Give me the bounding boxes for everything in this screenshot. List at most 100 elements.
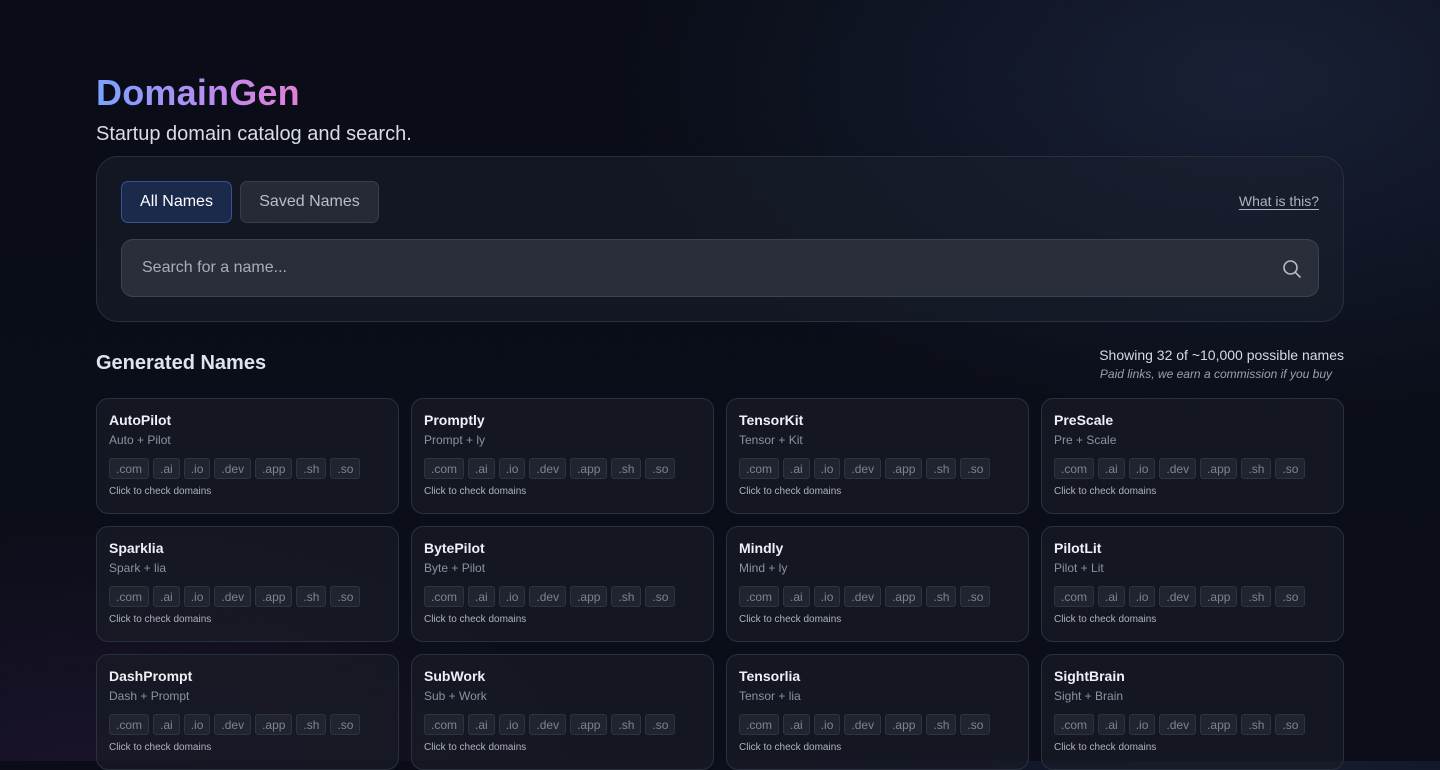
tld-chip[interactable]: .dev xyxy=(529,586,567,607)
tld-chip[interactable]: .app xyxy=(1200,586,1238,607)
tld-chip[interactable]: .ai xyxy=(153,586,180,607)
tld-chip[interactable]: .ai xyxy=(153,458,180,479)
tld-chip[interactable]: .dev xyxy=(844,458,882,479)
tld-chip[interactable]: .app xyxy=(1200,458,1238,479)
tld-chip[interactable]: .sh xyxy=(296,714,327,735)
tld-chip[interactable]: .io xyxy=(813,586,841,607)
tld-chip[interactable]: .dev xyxy=(844,586,882,607)
tld-chip[interactable]: .dev xyxy=(529,458,567,479)
tld-chip[interactable]: .ai xyxy=(783,458,810,479)
tld-chip[interactable]: .io xyxy=(498,714,526,735)
tld-chip[interactable]: .dev xyxy=(1159,458,1197,479)
tld-chip[interactable]: .ai xyxy=(1098,714,1125,735)
search-input[interactable] xyxy=(122,240,1318,296)
tld-chip[interactable]: .ai xyxy=(468,586,495,607)
tld-chip[interactable]: .com xyxy=(109,458,150,479)
tld-chip[interactable]: .com xyxy=(424,458,465,479)
tld-chip[interactable]: .com xyxy=(424,714,465,735)
tld-chip[interactable]: .com xyxy=(1054,458,1095,479)
tld-chip[interactable]: .io xyxy=(813,714,841,735)
name-card[interactable]: SightBrain Sight + Brain .com .ai .io .dev .ap… xyxy=(1041,654,1344,770)
tld-chip[interactable]: .so xyxy=(960,586,991,607)
tld-chip[interactable]: .app xyxy=(570,714,608,735)
name-card[interactable]: BytePilot Byte + Pilot .com .ai .io .dev .app.… xyxy=(411,526,714,642)
tld-chip[interactable]: .so xyxy=(1275,458,1306,479)
tld-chip[interactable]: .com xyxy=(424,586,465,607)
tld-chip[interactable]: .dev xyxy=(529,714,567,735)
tld-chip[interactable]: .sh xyxy=(611,586,642,607)
app-logo[interactable]: DomainGen xyxy=(96,72,300,114)
tld-chip[interactable]: .app xyxy=(255,714,293,735)
tld-chip[interactable]: .io xyxy=(498,458,526,479)
tld-chip[interactable]: .sh xyxy=(1241,714,1272,735)
tld-chip[interactable]: .app xyxy=(570,586,608,607)
tld-chip[interactable]: .app xyxy=(885,714,923,735)
tld-chip[interactable]: .dev xyxy=(844,714,882,735)
tld-chip[interactable]: .app xyxy=(1200,714,1238,735)
tld-chip[interactable]: .so xyxy=(645,458,676,479)
tld-chip[interactable]: .sh xyxy=(611,714,642,735)
tld-chip[interactable]: .so xyxy=(330,586,361,607)
tld-chip[interactable]: .so xyxy=(645,714,676,735)
tld-chip[interactable]: .dev xyxy=(214,458,252,479)
tld-chip[interactable]: .ai xyxy=(783,586,810,607)
tld-chip[interactable]: .dev xyxy=(214,586,252,607)
tld-chip[interactable]: .app xyxy=(885,458,923,479)
tld-chip[interactable]: .com xyxy=(1054,586,1095,607)
tld-chip[interactable]: .so xyxy=(960,714,991,735)
tld-chip[interactable]: .io xyxy=(1128,714,1156,735)
what-is-this-link[interactable]: What is this? xyxy=(1239,193,1319,209)
tld-chip[interactable]: .io xyxy=(498,586,526,607)
tld-chip[interactable]: .so xyxy=(1275,714,1306,735)
name-card[interactable]: TensorKit Tensor + Kit .com .ai .io .dev .app.… xyxy=(726,398,1029,514)
name-card[interactable]: Tensorlia Tensor + lia .com .ai .io .dev .app.… xyxy=(726,654,1029,770)
tld-chip[interactable]: .ai xyxy=(468,714,495,735)
search-icon[interactable] xyxy=(1282,259,1302,279)
tld-chip[interactable]: .sh xyxy=(926,458,957,479)
tld-chip[interactable]: .app xyxy=(255,586,293,607)
tld-chip[interactable]: .com xyxy=(739,458,780,479)
tld-chip[interactable]: .sh xyxy=(1241,586,1272,607)
tld-chip[interactable]: .io xyxy=(183,714,211,735)
tld-chip[interactable]: .so xyxy=(960,458,991,479)
tld-chip[interactable]: .ai xyxy=(783,714,810,735)
name-card[interactable]: DashPrompt Dash + Prompt .com .ai .io .dev .ap… xyxy=(96,654,399,770)
tab-all-names[interactable]: All Names xyxy=(121,181,232,223)
name-card[interactable]: PilotLit Pilot + Lit .com .ai .io .dev .app .sh… xyxy=(1041,526,1344,642)
tld-chip[interactable]: .io xyxy=(1128,586,1156,607)
tld-chip[interactable]: .sh xyxy=(611,458,642,479)
name-card[interactable]: Sparklia Spark + lia .com .ai .io .dev .app .sh… xyxy=(96,526,399,642)
tld-chip[interactable]: .com xyxy=(739,586,780,607)
tld-chip[interactable]: .ai xyxy=(1098,458,1125,479)
tld-chip[interactable]: .so xyxy=(330,714,361,735)
tld-chip[interactable]: .ai xyxy=(153,714,180,735)
tld-chip[interactable]: .com xyxy=(109,586,150,607)
tld-chip[interactable]: .io xyxy=(1128,458,1156,479)
tld-chip[interactable]: .io xyxy=(183,586,211,607)
name-card[interactable]: Promptly Prompt + ly .com .ai .io .dev .app .sh… xyxy=(411,398,714,514)
tld-chip[interactable]: .app xyxy=(570,458,608,479)
tld-chip[interactable]: .sh xyxy=(926,714,957,735)
tab-saved-names[interactable]: Saved Names xyxy=(240,181,379,223)
name-card[interactable]: AutoPilot Auto + Pilot .com .ai .io .dev .app.… xyxy=(96,398,399,514)
tld-chip[interactable]: .com xyxy=(1054,714,1095,735)
name-card[interactable]: SubWork Sub + Work .com .ai .io .dev .app .sh .s… xyxy=(411,654,714,770)
tld-chip[interactable]: .app xyxy=(255,458,293,479)
tld-chip[interactable]: .dev xyxy=(1159,714,1197,735)
tld-chip[interactable]: .com xyxy=(109,714,150,735)
tld-chip[interactable]: .so xyxy=(645,586,676,607)
tld-chip[interactable]: .com xyxy=(739,714,780,735)
tld-chip[interactable]: .ai xyxy=(1098,586,1125,607)
tld-chip[interactable]: .dev xyxy=(214,714,252,735)
tld-chip[interactable]: .sh xyxy=(296,458,327,479)
tld-chip[interactable]: .app xyxy=(885,586,923,607)
tld-chip[interactable]: .io xyxy=(183,458,211,479)
tld-chip[interactable]: .so xyxy=(1275,586,1306,607)
tld-chip[interactable]: .io xyxy=(813,458,841,479)
tld-chip[interactable]: .sh xyxy=(296,586,327,607)
tld-chip[interactable]: .so xyxy=(330,458,361,479)
tld-chip[interactable]: .ai xyxy=(468,458,495,479)
tld-chip[interactable]: .dev xyxy=(1159,586,1197,607)
name-card[interactable]: PreScale Pre + Scale .com .ai .io .dev .app .sh… xyxy=(1041,398,1344,514)
tld-chip[interactable]: .sh xyxy=(926,586,957,607)
